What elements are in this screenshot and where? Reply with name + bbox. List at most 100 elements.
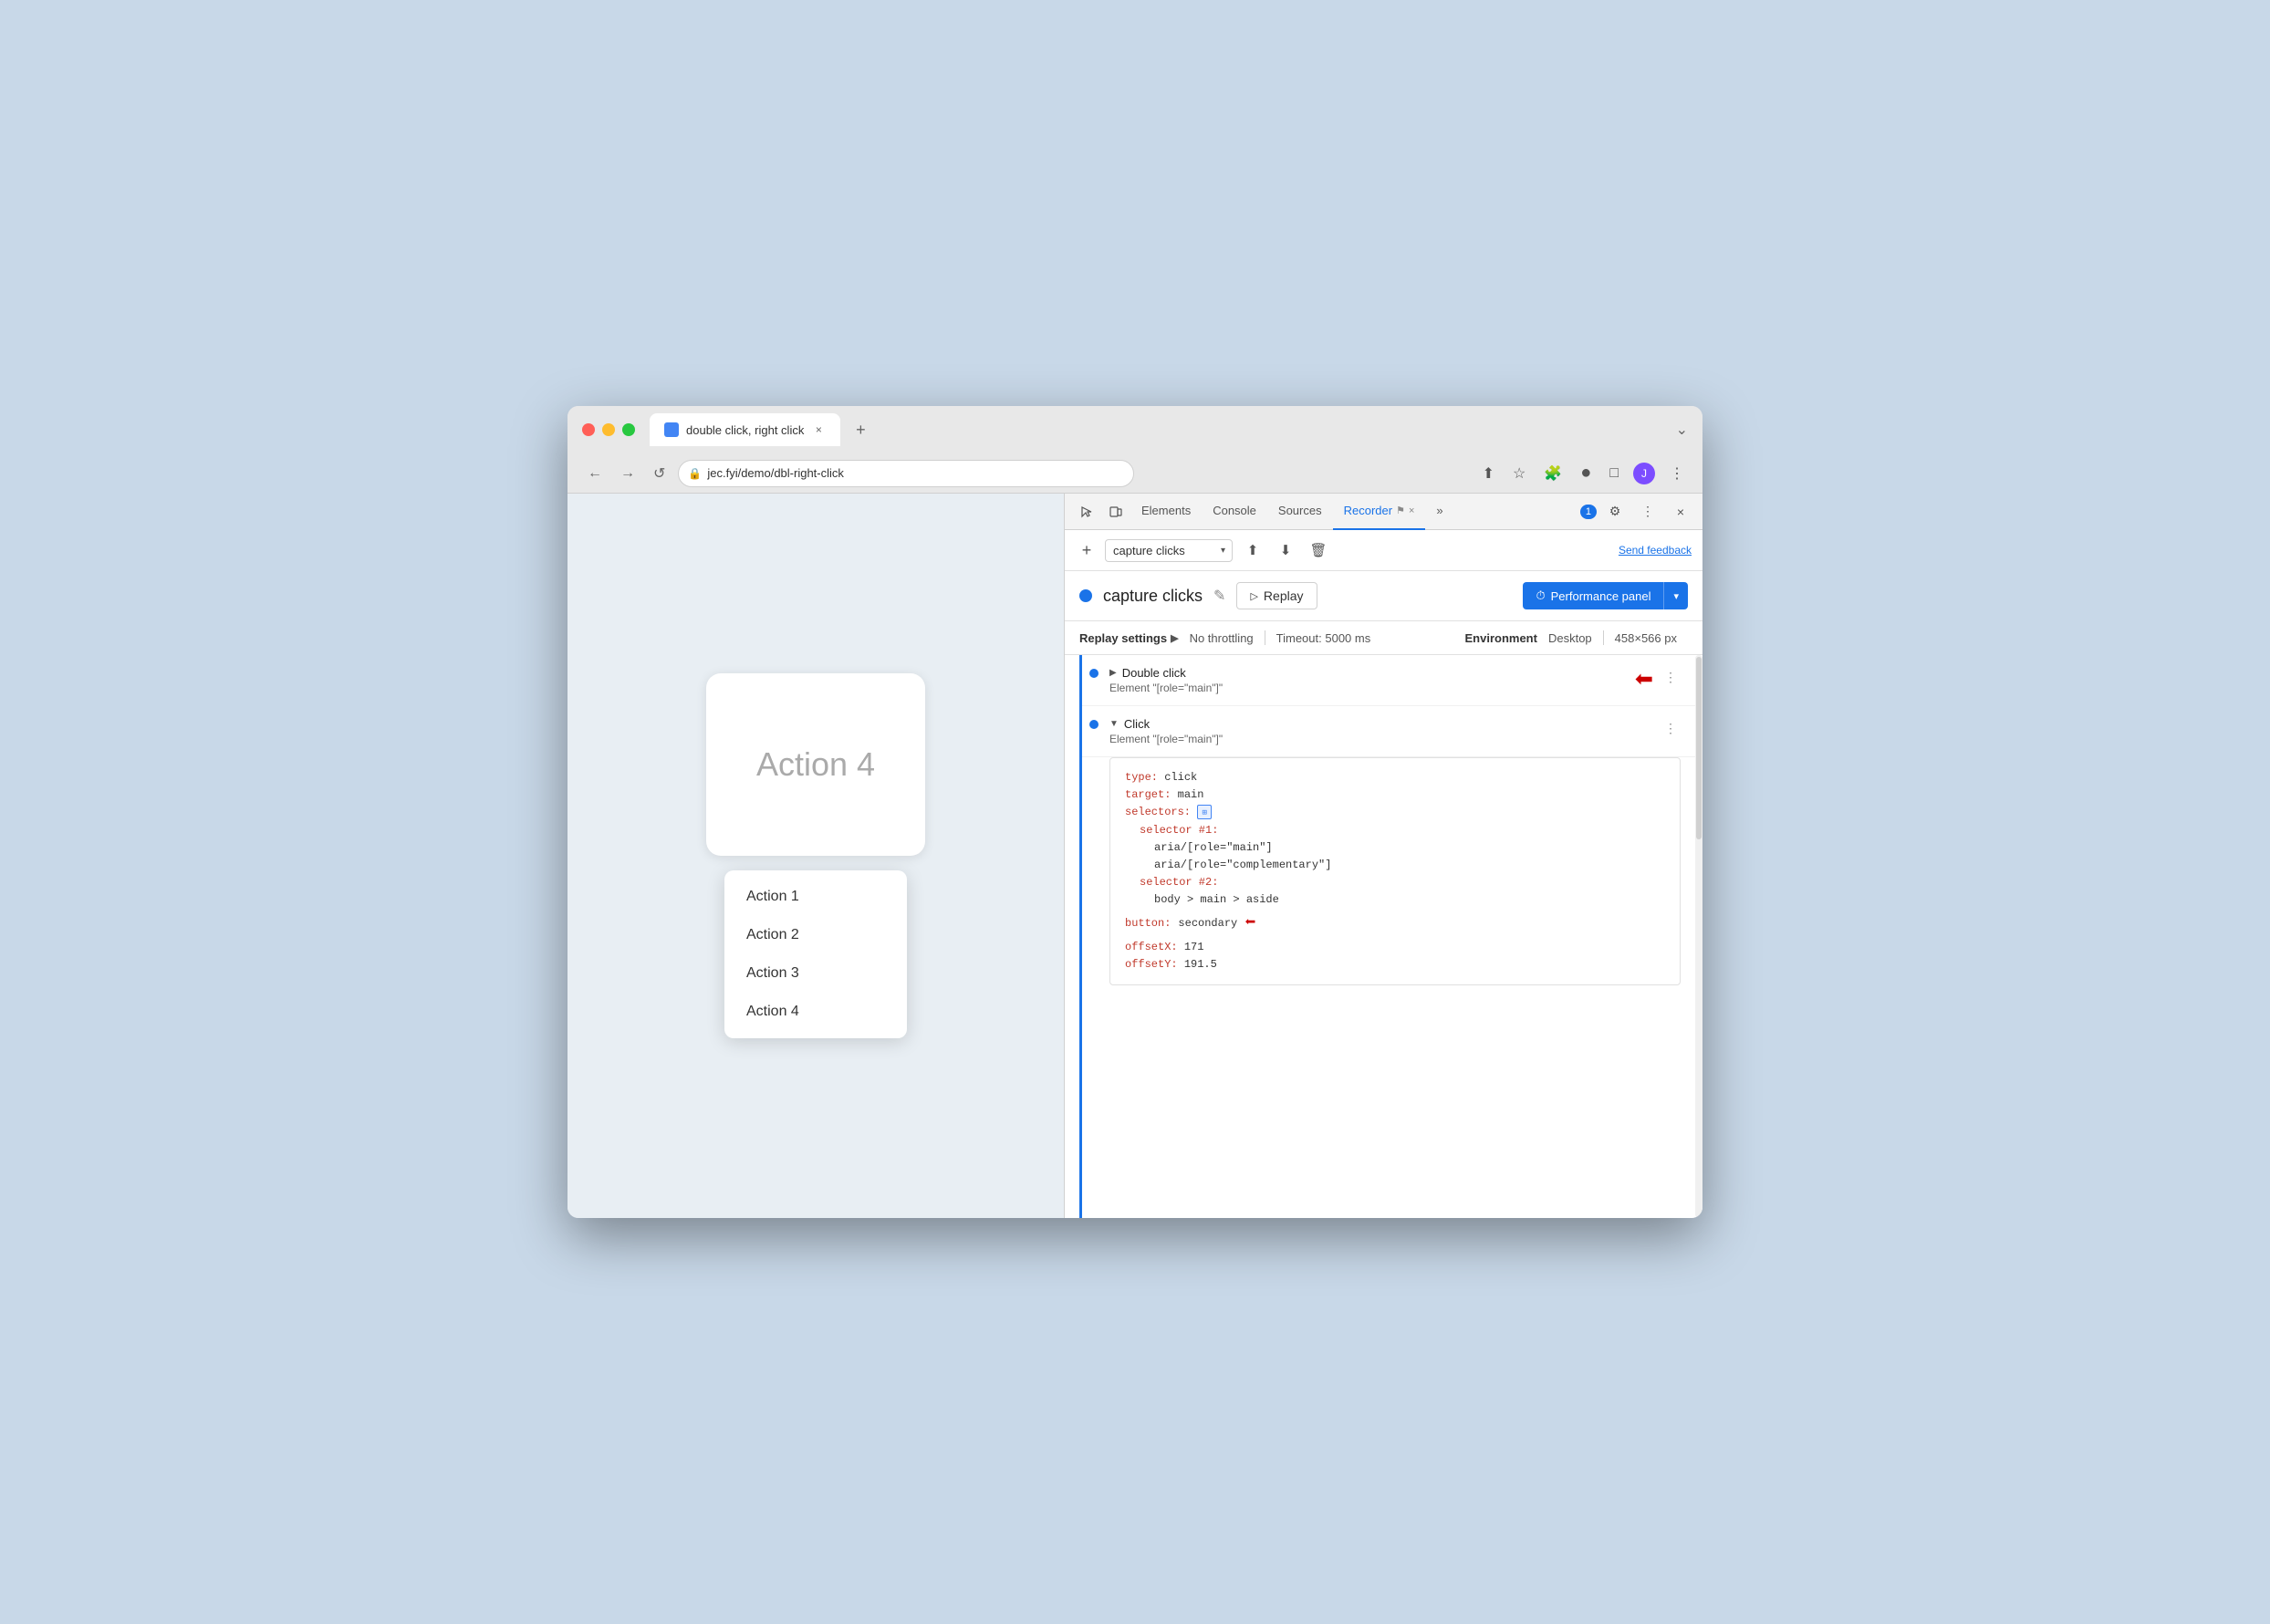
bookmark-icon[interactable]: ☆	[1509, 461, 1529, 486]
recording-indicator	[1079, 589, 1092, 602]
avatar-icon[interactable]: J	[1633, 463, 1655, 484]
code-selectors-key: selectors:	[1125, 806, 1191, 818]
play-icon: ▷	[1250, 590, 1257, 602]
browser-window: double click, right click × + ⌄ ← → ↺ 🔒 …	[568, 406, 1702, 1218]
forward-btn[interactable]: →	[615, 462, 640, 485]
no-throttling-value: No throttling	[1179, 631, 1265, 645]
performance-panel-btn[interactable]: ⏱ Performance panel	[1523, 582, 1663, 609]
add-recording-btn[interactable]: +	[1076, 539, 1098, 561]
device-mode-btn[interactable]	[1101, 497, 1130, 526]
code-offsetx-val: 171	[1184, 941, 1204, 953]
active-tab[interactable]: double click, right click ×	[650, 413, 840, 446]
settings-row: Replay settings ▶ No throttling Timeout:…	[1065, 621, 1702, 655]
menu-item-1[interactable]: Action 1	[724, 878, 907, 916]
devtools-panel: Elements Console Sources Recorder ⚑ × » …	[1064, 494, 1702, 1218]
devtools-end-btns: 1 ⚙ ⋮ ×	[1580, 497, 1695, 526]
env-value: Desktop	[1537, 631, 1603, 645]
address-bar: ← → ↺ 🔒 jec.fyi/demo/dbl-right-click ⬆ ☆…	[568, 453, 1702, 494]
minimize-traffic-light[interactable]	[602, 423, 615, 436]
profile-icon[interactable]: ●	[1577, 459, 1595, 487]
action-name-1: Double click	[1122, 666, 1186, 680]
export-btn[interactable]: ⬆	[1240, 537, 1265, 563]
perf-gauge-icon: ⏱	[1536, 588, 1545, 603]
content-area: Action 4 Action 1 Action 2 Action 3 Acti…	[568, 494, 1702, 1218]
tab-recorder[interactable]: Recorder ⚑ ×	[1333, 494, 1426, 530]
replay-settings-label[interactable]: Replay settings ▶	[1079, 631, 1179, 645]
close-traffic-light[interactable]	[582, 423, 595, 436]
tab-sources[interactable]: Sources	[1267, 494, 1333, 530]
main-card-text: Action 4	[756, 745, 875, 784]
menu-item-3[interactable]: Action 3	[724, 954, 907, 993]
title-bar: double click, right click × + ⌄	[568, 406, 1702, 453]
env-label: Environment	[1465, 631, 1537, 645]
code-target-key: target:	[1125, 788, 1171, 801]
edit-name-icon[interactable]: ✎	[1213, 587, 1225, 605]
import-btn[interactable]: ⬇	[1273, 537, 1298, 563]
devtools-tab-bar: Elements Console Sources Recorder ⚑ × » …	[1065, 494, 1702, 530]
code-target-val: main	[1178, 788, 1204, 801]
tab-elements[interactable]: Elements	[1130, 494, 1202, 530]
tab-more[interactable]: »	[1425, 494, 1453, 530]
action-dot-2	[1089, 720, 1099, 729]
webpage: Action 4 Action 1 Action 2 Action 3 Acti…	[568, 494, 1064, 1218]
code-type-val: click	[1164, 771, 1197, 784]
replay-btn[interactable]: ▷ Replay	[1236, 582, 1317, 609]
action-double-click[interactable]: ▶ Double click Element "[role="main"]" ⬅…	[1082, 655, 1695, 706]
perf-btn-group: ⏱ Performance panel ▾	[1523, 582, 1688, 609]
menu-item-2[interactable]: Action 2	[724, 916, 907, 954]
expand-icon-2[interactable]: ▼	[1109, 719, 1119, 729]
code-button-key: button:	[1125, 915, 1171, 932]
scrollbar[interactable]	[1695, 655, 1702, 1218]
code-aria1: aria/[role="main"]	[1154, 841, 1273, 854]
recording-select[interactable]: capture clicks	[1105, 539, 1233, 562]
extensions-icon[interactable]: 🧩	[1540, 461, 1566, 486]
devtools-more-btn[interactable]: ⋮	[1633, 497, 1662, 526]
recorder-tab-close[interactable]: ×	[1409, 505, 1414, 516]
back-btn[interactable]: ←	[582, 462, 608, 485]
send-feedback-link[interactable]: Send feedback	[1619, 544, 1692, 557]
menu-item-4[interactable]: Action 4	[724, 993, 907, 1031]
recorder-beta-icon: ⚑	[1396, 505, 1405, 516]
lock-icon: 🔒	[688, 467, 702, 480]
new-tab-btn[interactable]: +	[848, 417, 873, 442]
code-sel1-key: selector #1:	[1140, 824, 1218, 837]
scrollbar-thumb[interactable]	[1696, 657, 1702, 839]
expand-icon-1[interactable]: ▶	[1109, 668, 1117, 678]
maximize-traffic-light[interactable]	[622, 423, 635, 436]
action-click-group: ▼ Click Element "[role="main"]" ⋮ type: …	[1082, 706, 1695, 985]
action-click[interactable]: ▼ Click Element "[role="main"]" ⋮	[1082, 706, 1695, 757]
env-section: Environment Desktop 458×566 px	[1465, 630, 1689, 645]
action-more-2[interactable]: ⋮	[1661, 717, 1681, 740]
devtools-close-btn[interactable]: ×	[1666, 497, 1695, 526]
share-icon[interactable]: ⬆	[1479, 461, 1498, 486]
refresh-btn[interactable]: ↺	[648, 461, 671, 486]
address-input[interactable]: 🔒 jec.fyi/demo/dbl-right-click	[678, 460, 1134, 487]
perf-panel-label: Performance panel	[1551, 589, 1651, 603]
delete-btn[interactable]: 🗑	[1306, 537, 1331, 563]
url-text: jec.fyi/demo/dbl-right-click	[707, 466, 844, 480]
recorder-tab-label: Recorder ⚑	[1344, 504, 1405, 517]
window-menu-btn[interactable]: ⌄	[1676, 421, 1688, 439]
replay-settings-arrow: ▶	[1171, 632, 1178, 644]
action-subtitle-2: Element "[role="main"]"	[1109, 733, 1661, 745]
code-type-key: type:	[1125, 771, 1158, 784]
settings-btn[interactable]: ⚙	[1600, 497, 1630, 526]
code-sel2-key: selector #2:	[1140, 876, 1218, 889]
traffic-lights	[582, 423, 635, 436]
recording-name: capture clicks	[1103, 587, 1203, 606]
perf-panel-dropdown-btn[interactable]: ▾	[1663, 582, 1688, 609]
console-badge[interactable]: 1	[1580, 505, 1597, 519]
action-more-1[interactable]: ⋮	[1661, 666, 1681, 689]
recorder-tab-text: Recorder	[1344, 504, 1392, 517]
action-subtitle-1: Element "[role="main"]"	[1109, 682, 1628, 694]
chrome-menu-icon[interactable]: ⋮	[1666, 461, 1688, 486]
recording-select-wrapper: capture clicks ▾	[1105, 539, 1233, 562]
sidebar-icon[interactable]: □	[1606, 462, 1622, 485]
tab-title: double click, right click	[686, 423, 804, 437]
action-content-1: ▶ Double click Element "[role="main"]"	[1109, 666, 1628, 694]
tab-close-btn[interactable]: ×	[811, 422, 826, 437]
action-name-2: Click	[1124, 717, 1150, 731]
action-content-2: ▼ Click Element "[role="main"]"	[1109, 717, 1661, 745]
element-picker-btn[interactable]	[1072, 497, 1101, 526]
tab-console[interactable]: Console	[1202, 494, 1267, 530]
